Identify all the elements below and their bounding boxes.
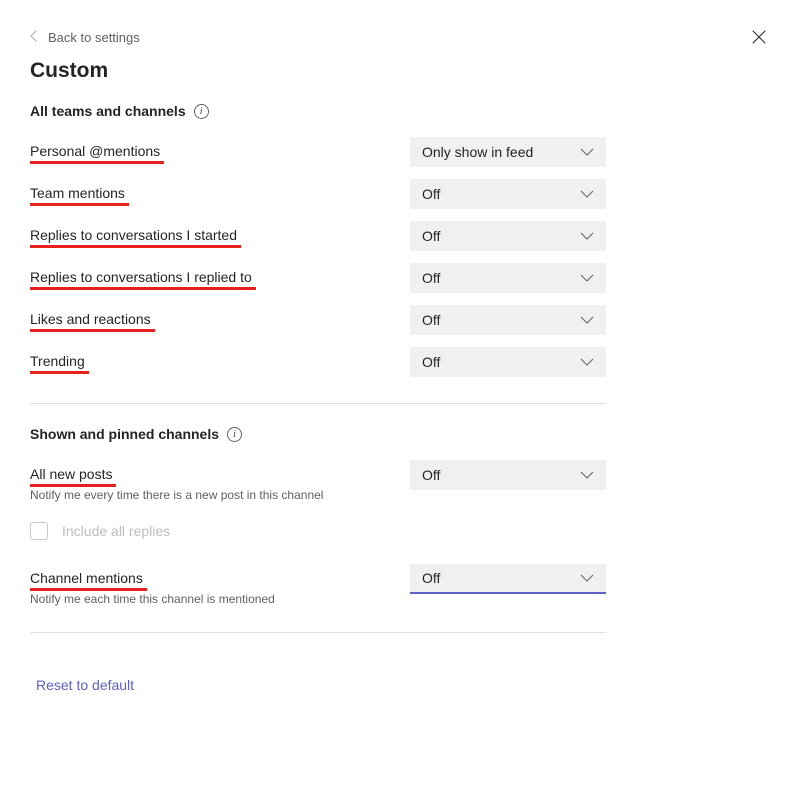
dropdown-replies-replied[interactable]: Off	[410, 263, 606, 293]
include-all-replies-row: Include all replies	[30, 508, 606, 558]
close-button[interactable]	[752, 30, 766, 44]
reset-to-default-link[interactable]: Reset to default	[36, 655, 134, 715]
dropdown-team-mentions[interactable]: Off	[410, 179, 606, 209]
dropdown-value: Off	[422, 467, 440, 483]
setting-sublabel: Notify me every time there is a new post…	[30, 488, 390, 502]
dropdown-personal-mentions[interactable]: Only show in feed	[410, 137, 606, 167]
close-icon	[752, 30, 766, 44]
section-pinned-label: Shown and pinned channels	[30, 426, 219, 442]
section-all-teams-heading: All teams and channels i	[30, 103, 606, 119]
chevron-down-icon	[580, 471, 594, 479]
setting-label: Personal @mentions	[30, 143, 160, 159]
setting-row-replies-started: Replies to conversations I started Off	[30, 215, 606, 257]
setting-row-team-mentions: Team mentions Off	[30, 173, 606, 215]
dropdown-value: Off	[422, 228, 440, 244]
setting-row-all-new-posts: All new posts Notify me every time there…	[30, 454, 606, 508]
back-to-settings-link[interactable]: Back to settings	[30, 30, 766, 45]
chevron-left-icon	[30, 30, 38, 45]
setting-label: Replies to conversations I replied to	[30, 269, 252, 285]
chevron-down-icon	[580, 316, 594, 324]
dropdown-value: Off	[422, 354, 440, 370]
section-divider	[30, 632, 606, 633]
dropdown-value: Off	[422, 570, 440, 586]
dropdown-value: Off	[422, 270, 440, 286]
dropdown-trending[interactable]: Off	[410, 347, 606, 377]
page-title: Custom	[30, 59, 766, 83]
include-all-replies-checkbox[interactable]	[30, 522, 48, 540]
setting-label: All new posts	[30, 466, 112, 482]
dropdown-value: Only show in feed	[422, 144, 533, 160]
section-pinned-heading: Shown and pinned channels i	[30, 426, 606, 442]
setting-label: Likes and reactions	[30, 311, 151, 327]
chevron-down-icon	[580, 148, 594, 156]
chevron-down-icon	[580, 232, 594, 240]
section-all-teams-label: All teams and channels	[30, 103, 186, 119]
setting-row-channel-mentions: Channel mentions Notify me each time thi…	[30, 558, 606, 612]
chevron-down-icon	[580, 274, 594, 282]
dropdown-all-new-posts[interactable]: Off	[410, 460, 606, 490]
include-all-replies-label: Include all replies	[62, 523, 170, 539]
info-icon[interactable]: i	[194, 104, 209, 119]
dropdown-likes-reactions[interactable]: Off	[410, 305, 606, 335]
setting-label: Trending	[30, 353, 85, 369]
setting-row-trending: Trending Off	[30, 341, 606, 383]
setting-sublabel: Notify me each time this channel is ment…	[30, 592, 390, 606]
back-link-label: Back to settings	[48, 30, 140, 45]
setting-label: Team mentions	[30, 185, 125, 201]
setting-row-personal-mentions: Personal @mentions Only show in feed	[30, 131, 606, 173]
chevron-down-icon	[580, 358, 594, 366]
setting-row-likes-reactions: Likes and reactions Off	[30, 299, 606, 341]
dropdown-replies-started[interactable]: Off	[410, 221, 606, 251]
section-divider	[30, 403, 606, 404]
setting-row-replies-replied: Replies to conversations I replied to Of…	[30, 257, 606, 299]
dropdown-channel-mentions[interactable]: Off	[410, 564, 606, 594]
setting-label: Replies to conversations I started	[30, 227, 237, 243]
setting-label: Channel mentions	[30, 570, 143, 586]
dropdown-value: Off	[422, 312, 440, 328]
info-icon[interactable]: i	[227, 427, 242, 442]
dropdown-value: Off	[422, 186, 440, 202]
chevron-down-icon	[580, 574, 594, 582]
chevron-down-icon	[580, 190, 594, 198]
